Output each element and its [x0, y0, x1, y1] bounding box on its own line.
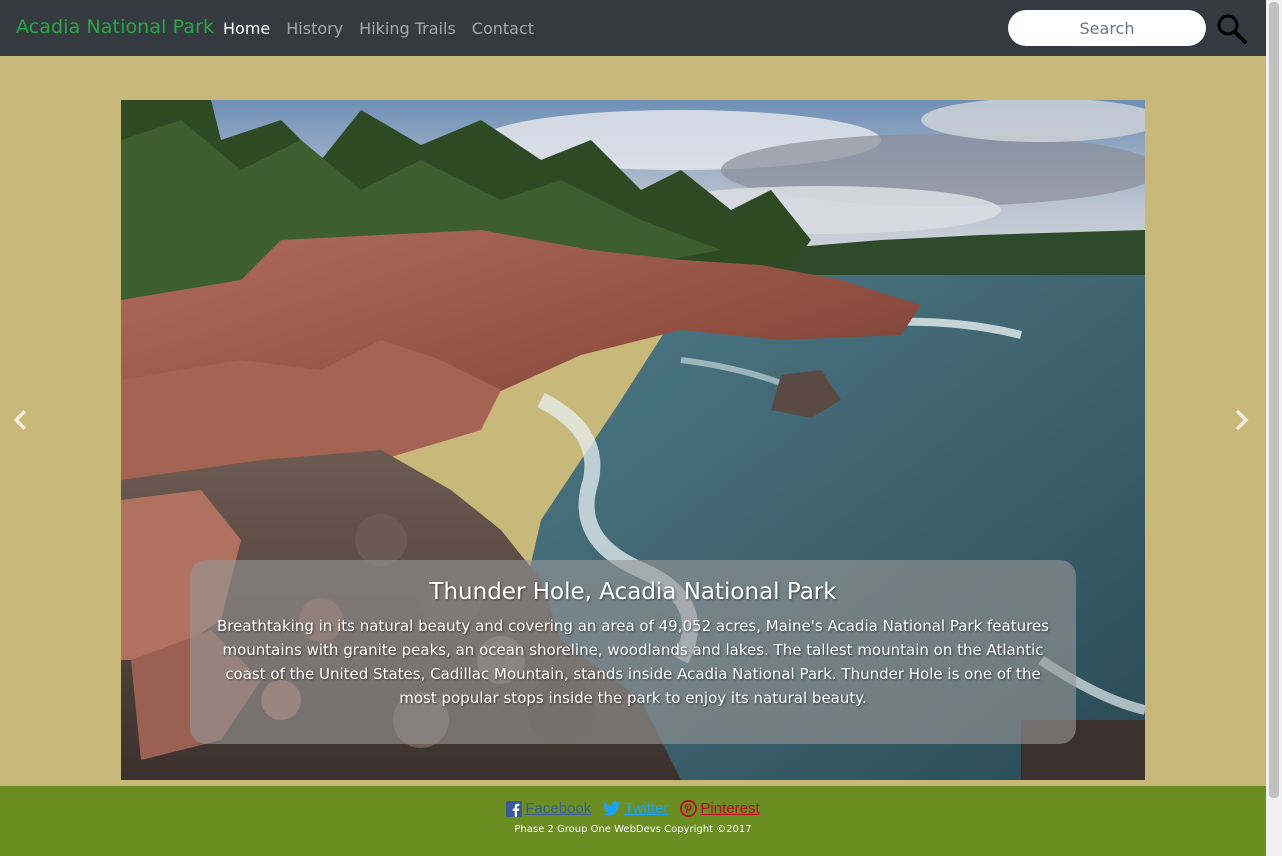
pinterest-link[interactable]: Pinterest: [680, 800, 760, 817]
facebook-icon: [506, 800, 523, 817]
search-button[interactable]: [1216, 13, 1248, 45]
facebook-link-label: Facebook: [525, 800, 592, 817]
pinterest-icon: [680, 800, 698, 817]
twitter-link[interactable]: Twitter: [603, 800, 668, 817]
nav-link-contact[interactable]: Contact: [464, 19, 542, 38]
carousel-prev-button[interactable]: [6, 405, 36, 435]
nav-link-history[interactable]: History: [278, 19, 351, 38]
copyright-text: Phase 2 Group One WebDevs Copyright ©201…: [514, 824, 752, 835]
twitter-icon: [603, 801, 621, 816]
chevron-left-icon: [13, 409, 27, 431]
page-scrollbar[interactable]: [1266, 0, 1282, 856]
nav-link-home[interactable]: Home: [215, 19, 278, 38]
social-links: Facebook Twitter Pinterest: [0, 786, 1266, 817]
brand-link[interactable]: Acadia National Park: [16, 16, 214, 38]
carousel-caption: Thunder Hole, Acadia National Park Breat…: [190, 560, 1076, 744]
search-icon: [1217, 14, 1247, 44]
twitter-link-label: Twitter: [624, 800, 669, 817]
pinterest-link-label: Pinterest: [700, 800, 760, 817]
chevron-right-icon: [1235, 409, 1249, 431]
footer: Facebook Twitter Pinterest Phase 2 Group…: [0, 786, 1266, 856]
carousel-next-button[interactable]: [1226, 405, 1256, 435]
caption-text: Breathtaking in its natural beauty and c…: [216, 617, 1050, 707]
scrollbar-thumb[interactable]: [1269, 2, 1279, 798]
facebook-link[interactable]: Facebook: [506, 800, 591, 817]
search-input[interactable]: [1008, 10, 1206, 46]
nav-links: Home History Hiking Trails Contact: [215, 19, 542, 38]
caption-title: Thunder Hole, Acadia National Park: [429, 579, 837, 605]
nav-link-hiking-trails[interactable]: Hiking Trails: [351, 19, 464, 38]
navbar: Acadia National Park Home History Hiking…: [0, 0, 1266, 56]
carousel: Thunder Hole, Acadia National Park Breat…: [121, 100, 1145, 780]
